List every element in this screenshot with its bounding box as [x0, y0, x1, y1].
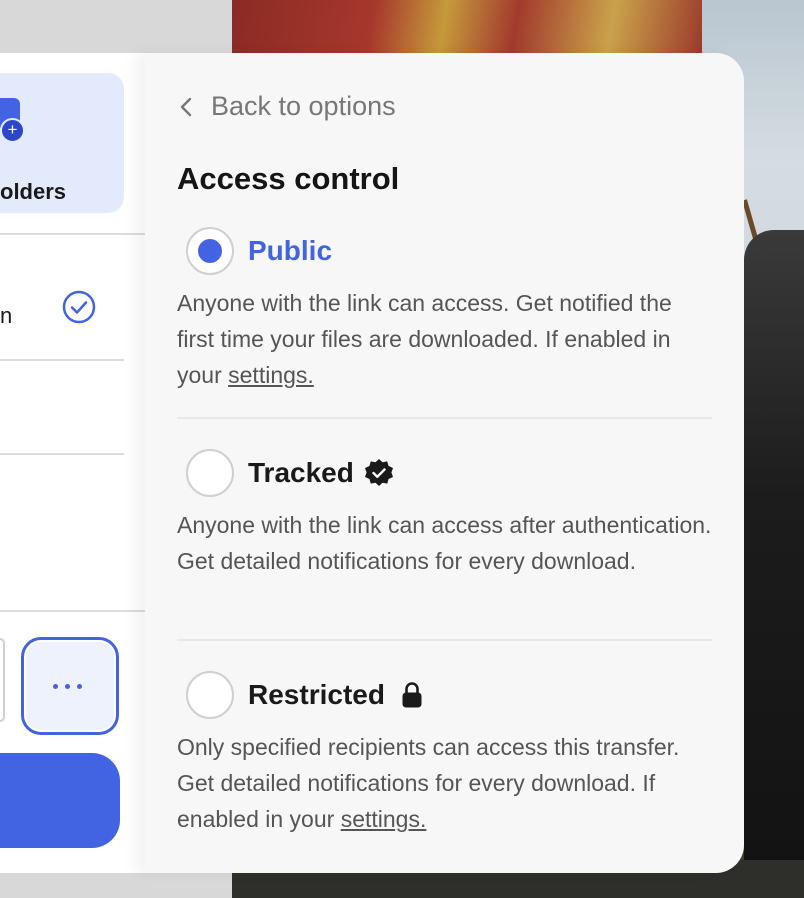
option-label-restricted: Restricted: [248, 679, 385, 710]
radio-tracked[interactable]: [186, 449, 234, 497]
option-public[interactable]: Public Anyone with the link can access. …: [177, 227, 712, 393]
option-desc-restricted: Only specified recipients can access thi…: [177, 729, 712, 837]
left-row-text: n: [0, 303, 13, 328]
settings-link[interactable]: settings.: [228, 362, 314, 388]
option-desc-text: Only specified recipients can access thi…: [177, 734, 680, 832]
divider: [0, 610, 145, 612]
back-label: Back to options: [211, 91, 396, 121]
divider: [177, 417, 712, 419]
option-tracked[interactable]: Tracked Anyone with the link can access …: [177, 449, 712, 579]
divider: [0, 453, 124, 455]
option-desc-public: Anyone with the link can access. Get not…: [177, 285, 712, 393]
radio-public[interactable]: [186, 227, 234, 275]
divider: [0, 359, 124, 361]
add-folders-tile[interactable]: + olders: [0, 73, 124, 213]
more-options-button[interactable]: [21, 637, 119, 735]
secondary-button[interactable]: [0, 638, 5, 722]
radio-restricted[interactable]: [186, 671, 234, 719]
chevron-left-icon: [180, 97, 192, 116]
plus-icon: +: [0, 118, 25, 143]
primary-action-button[interactable]: [0, 753, 120, 848]
check-circle-icon: [62, 290, 96, 324]
lock-icon: [402, 682, 422, 708]
option-desc-tracked: Anyone with the link can access after au…: [177, 512, 712, 574]
option-label-public: Public: [248, 235, 333, 266]
divider: [0, 233, 145, 235]
background-knight: [744, 230, 804, 898]
verified-badge-icon: [364, 459, 393, 486]
ellipsis-icon: [53, 684, 82, 689]
access-control-panel: Back to options Access control Public An…: [145, 53, 744, 873]
background-flag: [232, 0, 702, 58]
page-title: Access control: [177, 161, 400, 196]
settings-link[interactable]: settings.: [341, 806, 427, 832]
folders-label: olders: [0, 179, 67, 204]
divider: [177, 639, 712, 641]
option-restricted[interactable]: Restricted Only specified recipients can…: [177, 671, 712, 837]
back-to-options-link[interactable]: Back to options: [179, 91, 396, 122]
option-label-tracked: Tracked: [248, 457, 354, 488]
